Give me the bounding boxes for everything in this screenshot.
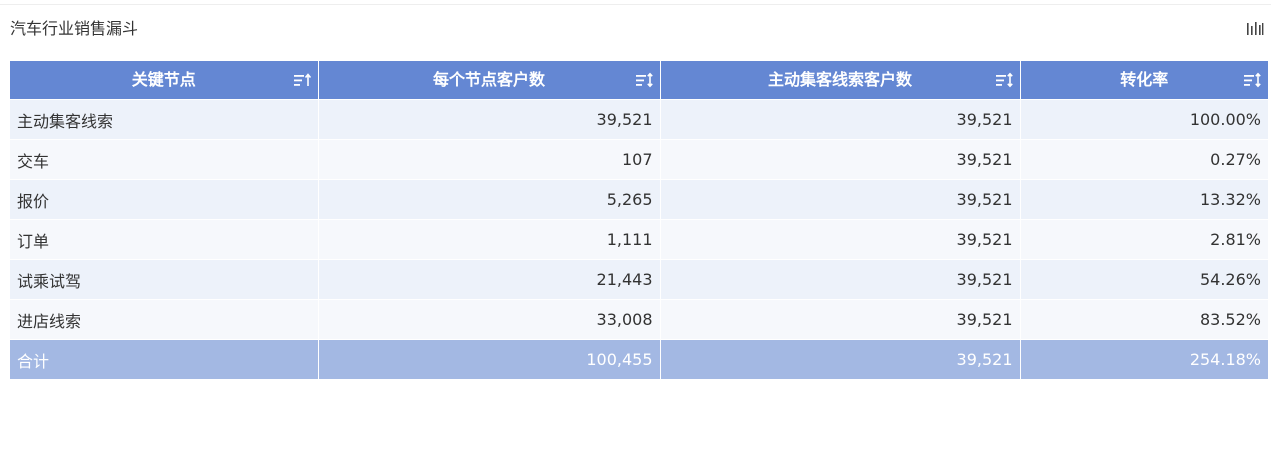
data-table: 关键节点 每个节点客户数 主动集客线索客户数 转化率 主动集客线索 39,521… <box>10 61 1268 379</box>
cell-key-node: 试乘试驾 <box>10 259 319 300</box>
cell-conversion-rate: 0.27% <box>1020 139 1268 180</box>
cell-key-node: 进店线索 <box>10 299 319 340</box>
table-row: 交车 107 39,521 0.27% <box>10 139 1268 180</box>
cell-key-node: 主动集客线索 <box>10 99 319 140</box>
cell-conversion-rate: 54.26% <box>1020 259 1268 300</box>
table-row: 试乘试驾 21,443 39,521 54.26% <box>10 259 1268 300</box>
column-header-key-node[interactable]: 关键节点 <box>10 61 319 100</box>
column-header-conversion-rate[interactable]: 转化率 <box>1020 61 1268 100</box>
cell-node-customers: 21,443 <box>318 259 661 300</box>
cell-node-customers: 1,111 <box>318 219 661 260</box>
sort-icon[interactable] <box>995 72 1014 88</box>
total-node-customers: 100,455 <box>318 339 661 379</box>
column-header-label: 主动集客线索客户数 <box>767 70 912 89</box>
column-chart-icon[interactable] <box>1246 21 1264 37</box>
column-header-label: 转化率 <box>1120 70 1169 89</box>
column-header-lead-customers[interactable]: 主动集客线索客户数 <box>660 61 1021 100</box>
top-divider <box>0 4 1271 5</box>
cell-conversion-rate: 2.81% <box>1020 219 1268 260</box>
page-title: 汽车行业销售漏斗 <box>10 19 139 38</box>
cell-conversion-rate: 100.00% <box>1020 99 1268 140</box>
cell-node-customers: 5,265 <box>318 179 661 220</box>
total-lead-customers: 39,521 <box>660 339 1021 379</box>
cell-key-node: 报价 <box>10 179 319 220</box>
cell-node-customers: 39,521 <box>318 99 661 140</box>
cell-lead-customers: 39,521 <box>660 299 1021 340</box>
table-row: 主动集客线索 39,521 39,521 100.00% <box>10 99 1268 140</box>
sort-icon[interactable] <box>1244 72 1262 88</box>
table-row: 进店线索 33,008 39,521 83.52% <box>10 299 1268 340</box>
cell-conversion-rate: 13.32% <box>1020 179 1268 220</box>
cell-lead-customers: 39,521 <box>660 219 1021 260</box>
column-header-label: 每个节点客户数 <box>432 70 545 89</box>
cell-node-customers: 33,008 <box>318 299 661 340</box>
cell-key-node: 交车 <box>10 139 319 180</box>
cell-key-node: 订单 <box>10 219 319 260</box>
cell-lead-customers: 39,521 <box>660 259 1021 300</box>
column-header-label: 关键节点 <box>131 70 196 89</box>
column-header-node-customers[interactable]: 每个节点客户数 <box>318 61 661 100</box>
total-label: 合计 <box>10 339 319 379</box>
cell-node-customers: 107 <box>318 139 661 180</box>
cell-lead-customers: 39,521 <box>660 99 1021 140</box>
cell-conversion-rate: 83.52% <box>1020 299 1268 340</box>
sort-icon[interactable] <box>635 72 654 88</box>
table-total-row: 合计 100,455 39,521 254.18% <box>10 339 1268 379</box>
table-header-row: 关键节点 每个节点客户数 主动集客线索客户数 转化率 <box>10 61 1268 100</box>
table-row: 报价 5,265 39,521 13.32% <box>10 179 1268 220</box>
cell-lead-customers: 39,521 <box>660 179 1021 220</box>
total-conversion-rate: 254.18% <box>1020 339 1268 379</box>
sort-icon[interactable] <box>293 72 312 88</box>
cell-lead-customers: 39,521 <box>660 139 1021 180</box>
table-row: 订单 1,111 39,521 2.81% <box>10 219 1268 260</box>
